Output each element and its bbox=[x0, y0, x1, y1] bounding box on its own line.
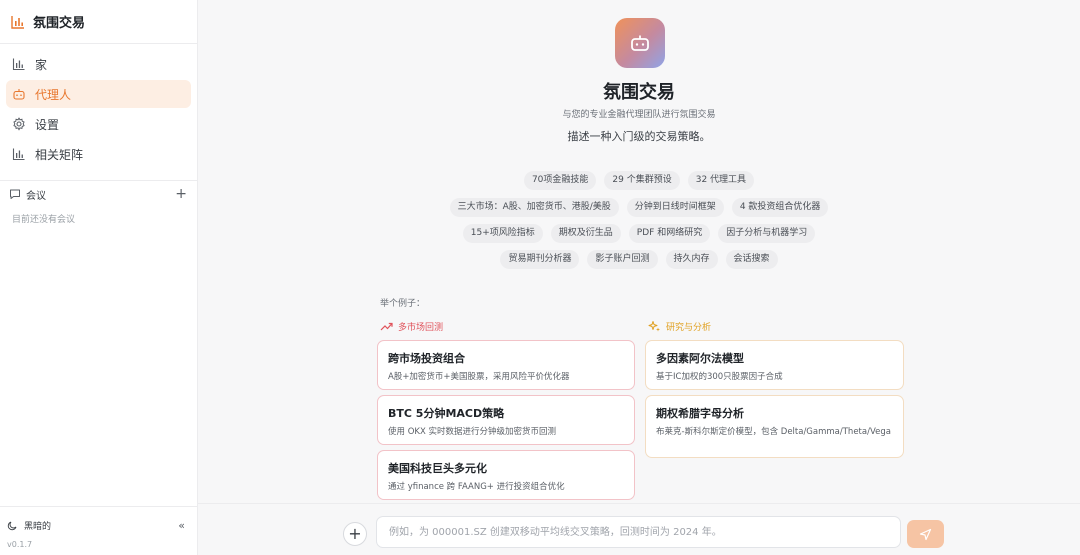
feature-chip: 分钟到日线时间框架 bbox=[626, 198, 724, 217]
theme-toggle-button[interactable]: 黑暗的 bbox=[24, 519, 51, 532]
conversations-title: 会议 bbox=[26, 190, 46, 202]
collapse-sidebar-button[interactable]: « bbox=[178, 519, 185, 532]
chip-row: 贸易期刊分析器 影子账户回测 持久内存 会话搜索 bbox=[198, 250, 1080, 269]
bot-icon bbox=[631, 35, 649, 51]
feature-chip: 贸易期刊分析器 bbox=[500, 250, 580, 269]
sidebar-item-label: 设置 bbox=[35, 117, 60, 132]
section-heading-research: 研究与分析 bbox=[648, 320, 711, 333]
example-card[interactable]: 期权希腊字母分析 布莱克-斯科尔斯定价模型，包含 Delta/Gamma/The… bbox=[645, 395, 904, 458]
example-card-title: BTC 5分钟MACD策略 bbox=[388, 407, 505, 420]
divider bbox=[0, 180, 197, 181]
prompt-input[interactable] bbox=[376, 516, 901, 548]
chip-row: 15+项风险指标 期权及衍生品 PDF 和网络研究 因子分析与机器学习 bbox=[198, 224, 1080, 243]
sidebar-item-settings[interactable]: 设置 bbox=[6, 110, 191, 138]
section-heading-multi-market: 多市场回测 bbox=[380, 320, 443, 333]
page-description: 描述一种入门级的交易策略。 bbox=[567, 130, 711, 143]
feature-chip: PDF 和网络研究 bbox=[628, 224, 711, 243]
example-card[interactable]: 美国科技巨头多元化 通过 yfinance 跨 FAANG+ 进行投资组合优化 bbox=[377, 450, 635, 500]
section-heading-label: 研究与分析 bbox=[666, 323, 712, 333]
feature-chip: 期权及衍生品 bbox=[550, 224, 621, 243]
feature-chip: 持久内存 bbox=[665, 250, 718, 269]
chip-row: 70项金融技能 29 个集群预设 32 代理工具 bbox=[198, 171, 1080, 190]
send-icon bbox=[919, 528, 932, 540]
example-card-description: 使用 OKX 实时数据进行分钟级加密货币回测 bbox=[388, 427, 556, 437]
feature-chip: 影子账户回测 bbox=[587, 250, 658, 269]
trending-up-icon bbox=[380, 322, 393, 331]
divider bbox=[0, 506, 197, 507]
feature-chip: 4 款投资组合优化器 bbox=[731, 198, 829, 217]
feature-chip: 15+项风险指标 bbox=[462, 224, 543, 243]
brand[interactable]: 氛围交易 bbox=[0, 0, 197, 44]
feature-chip: 三大市场：A股、加密货币、港股/美股 bbox=[449, 198, 619, 217]
example-card[interactable]: 跨市场投资组合 A股+加密货币+美国股票，采用风险平价优化器 bbox=[377, 340, 635, 390]
sidebar-nav: 家 代理人 设置 相关矩阵 bbox=[0, 44, 197, 168]
bot-icon bbox=[13, 89, 25, 100]
example-card-description: 基于IC加权的300只股票因子合成 bbox=[656, 372, 783, 382]
example-card-description: 布莱克-斯科尔斯定价模型，包含 Delta/Gamma/Theta/Vega bbox=[656, 427, 891, 437]
sidebar-item-agents[interactable]: 代理人 bbox=[6, 80, 191, 108]
sidebar-item-label: 相关矩阵 bbox=[35, 147, 84, 162]
feature-chip: 70项金融技能 bbox=[523, 171, 597, 190]
feature-chip: 29 个集群预设 bbox=[604, 171, 680, 190]
example-card[interactable]: 多因素阿尔法模型 基于IC加权的300只股票因子合成 bbox=[645, 340, 904, 390]
new-conversation-button[interactable]: + bbox=[175, 187, 187, 201]
chip-row: 三大市场：A股、加密货币、港股/美股 分钟到日线时间框架 4 款投资组合优化器 bbox=[198, 198, 1080, 217]
page-subtitle: 与您的专业金融代理团队进行氛围交易 bbox=[562, 110, 716, 120]
version-label: v0.1.7 bbox=[7, 540, 33, 549]
message-icon bbox=[10, 189, 20, 199]
bar-chart-icon bbox=[12, 148, 25, 161]
sparkles-icon bbox=[648, 321, 660, 332]
sidebar-item-label: 代理人 bbox=[35, 87, 72, 102]
conversations-header: 会议 + bbox=[9, 186, 187, 202]
theme-row: 黑暗的 « bbox=[7, 518, 185, 532]
bar-chart-icon bbox=[12, 58, 25, 71]
example-card[interactable]: BTC 5分钟MACD策略 使用 OKX 实时数据进行分钟级加密货币回测 bbox=[377, 395, 635, 445]
divider bbox=[198, 503, 1080, 504]
feature-chip: 32 代理工具 bbox=[687, 171, 755, 190]
gear-icon bbox=[13, 117, 25, 131]
example-card-title: 期权希腊字母分析 bbox=[656, 407, 744, 420]
feature-chip: 会话搜索 bbox=[725, 250, 778, 269]
example-card-description: 通过 yfinance 跨 FAANG+ 进行投资组合优化 bbox=[388, 482, 565, 492]
example-card-title: 美国科技巨头多元化 bbox=[388, 462, 487, 475]
sidebar-item-correlation-matrix[interactable]: 相关矩阵 bbox=[6, 140, 191, 168]
sidebar-item-home[interactable]: 家 bbox=[6, 50, 191, 78]
bot-logo bbox=[615, 18, 665, 68]
main-panel: 氛围交易 与您的专业金融代理团队进行氛围交易 描述一种入门级的交易策略。 70项… bbox=[198, 0, 1080, 555]
examples-label: 举个例子： bbox=[380, 299, 426, 309]
example-card-title: 多因素阿尔法模型 bbox=[656, 352, 744, 365]
section-heading-label: 多市场回测 bbox=[398, 323, 444, 333]
moon-icon bbox=[7, 521, 17, 530]
sidebar: 氛围交易 家 代理人 设置 相关矩阵 会议 + 目前还没有会议 黑暗的 « v0… bbox=[0, 0, 198, 555]
example-card-title: 跨市场投资组合 bbox=[388, 352, 465, 365]
sidebar-item-label: 家 bbox=[35, 57, 48, 72]
page-title: 氛围交易 bbox=[603, 82, 675, 103]
conversations-empty-text: 目前还没有会议 bbox=[12, 215, 76, 225]
feature-chip: 因子分析与机器学习 bbox=[718, 224, 816, 243]
send-button[interactable] bbox=[907, 520, 944, 548]
example-card-description: A股+加密货币+美国股票，采用风险平价优化器 bbox=[388, 372, 570, 382]
bar-chart-icon bbox=[11, 15, 24, 29]
add-attachment-button[interactable]: + bbox=[343, 522, 367, 546]
brand-title: 氛围交易 bbox=[33, 16, 86, 31]
